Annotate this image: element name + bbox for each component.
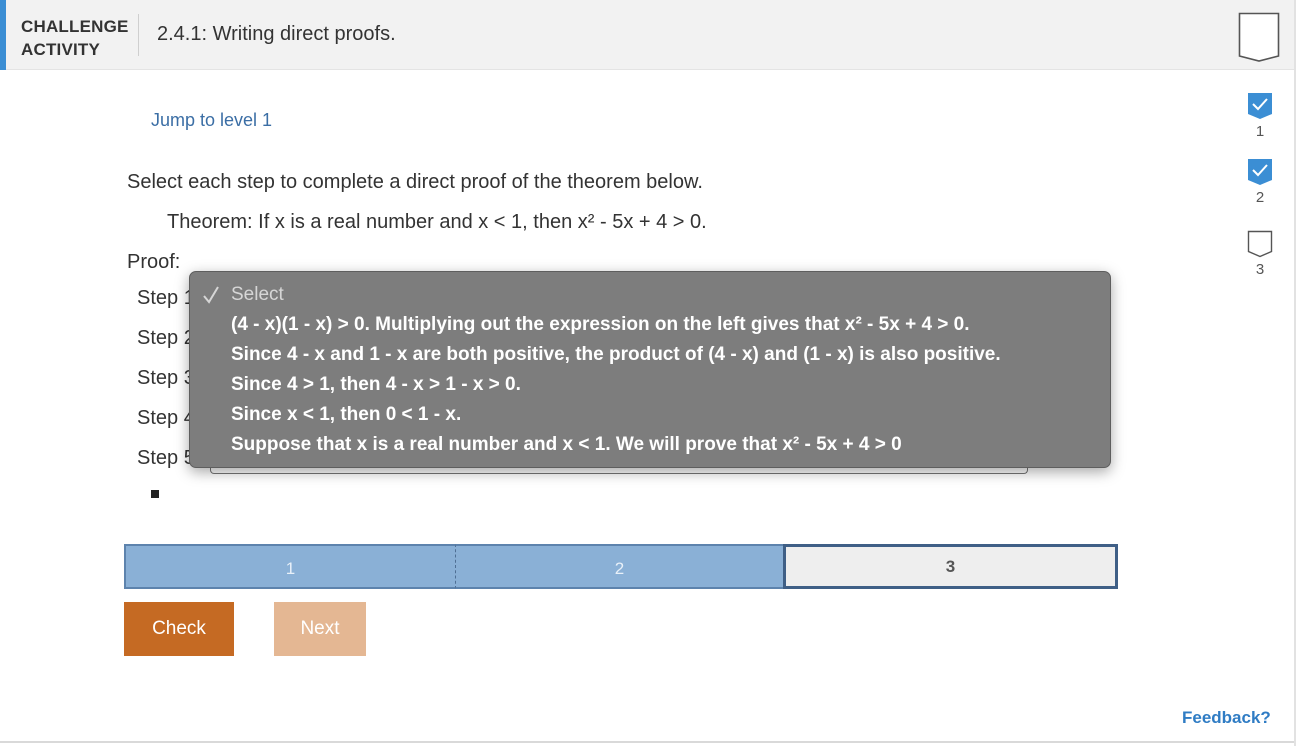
- jump-to-level-link[interactable]: Jump to level 1: [151, 110, 272, 131]
- theorem-text: Theorem: If x is a real number and x < 1…: [167, 211, 707, 233]
- level-progress-bar: 1 2 3: [124, 544, 1118, 589]
- level-number: 1: [1255, 123, 1265, 140]
- step-label: Step 1: [137, 287, 195, 309]
- activity-title: 2.4.1: Writing direct proofs.: [157, 23, 396, 45]
- progress-segment-2[interactable]: 2: [455, 544, 783, 589]
- check-button[interactable]: Check: [124, 602, 234, 656]
- level-number: 2: [1255, 189, 1265, 206]
- proof-label: Proof:: [127, 251, 181, 273]
- header-divider: [138, 14, 139, 56]
- level-number: 3: [1255, 261, 1265, 278]
- progress-segment-3[interactable]: 3: [783, 544, 1118, 589]
- menu-option[interactable]: Since 4 - x and 1 - x are both positive,…: [231, 344, 1001, 366]
- right-divider: [1294, 0, 1296, 746]
- activity-header: CHALLENGE ACTIVITY 2.4.1: Writing direct…: [0, 0, 1296, 70]
- menu-option-select[interactable]: Select: [231, 284, 284, 306]
- bottom-divider: [0, 741, 1296, 743]
- menu-option[interactable]: Suppose that x is a real number and x < …: [231, 434, 902, 456]
- check-icon: [1248, 159, 1272, 185]
- challenge-activity-page: CHALLENGE ACTIVITY 2.4.1: Writing direct…: [0, 0, 1300, 746]
- empty-level-icon: [1247, 230, 1273, 258]
- level-indicator-1[interactable]: 1: [1240, 92, 1280, 140]
- activity-type-line1: CHALLENGE: [21, 17, 129, 36]
- instructions-text: Select each step to complete a direct pr…: [127, 171, 703, 193]
- progress-segment-1[interactable]: 1: [124, 544, 455, 589]
- menu-option[interactable]: Since 4 > 1, then 4 - x > 1 - x > 0.: [231, 374, 521, 396]
- next-button[interactable]: Next: [274, 602, 366, 656]
- step-label: Step 3: [137, 367, 195, 389]
- menu-option[interactable]: Since x < 1, then 0 < 1 - x.: [231, 404, 461, 426]
- header-accent-bar: [0, 0, 6, 70]
- activity-type-label: CHALLENGE ACTIVITY: [21, 15, 129, 61]
- level-indicator-3[interactable]: 3: [1240, 230, 1280, 278]
- level-indicator-2[interactable]: 2: [1240, 158, 1280, 206]
- feedback-link[interactable]: Feedback?: [1182, 708, 1271, 728]
- bookmark-icon[interactable]: [1238, 12, 1280, 62]
- menu-option[interactable]: (4 - x)(1 - x) > 0. Multiplying out the …: [231, 314, 970, 336]
- step-options-menu[interactable]: Select (4 - x)(1 - x) > 0. Multiplying o…: [189, 271, 1111, 468]
- step-label: Step 5: [137, 447, 195, 469]
- check-icon: [1248, 93, 1272, 119]
- qed-symbol: [151, 490, 159, 498]
- step-label: Step 2: [137, 327, 195, 349]
- activity-type-line2: ACTIVITY: [21, 40, 101, 59]
- checkmark-icon: [203, 286, 219, 304]
- step-label: Step 4: [137, 407, 195, 429]
